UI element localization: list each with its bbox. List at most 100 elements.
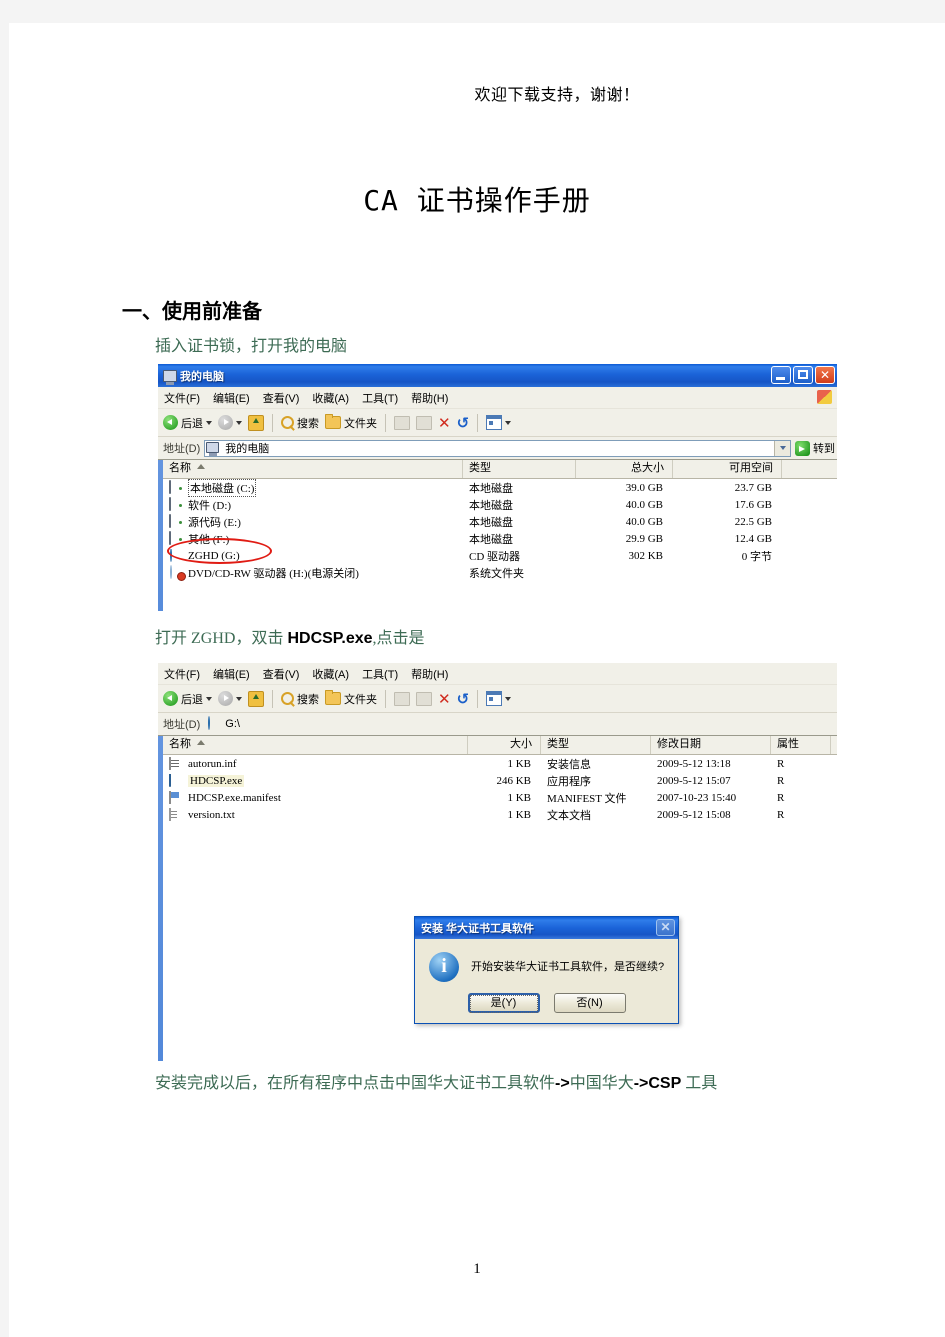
views-button[interactable] <box>486 691 512 706</box>
close-button[interactable]: ✕ <box>815 366 835 384</box>
step-2-caption: 打开 ZGHD，双击 HDCSP.exe,点击是 <box>155 630 425 647</box>
forward-button[interactable] <box>218 691 242 706</box>
dialog-body: i 开始安装华大证书工具软件，是否继续? <box>415 939 678 982</box>
folders-label: 文件夹 <box>344 693 377 706</box>
table-row[interactable]: HDCSP.exe 246 KB 应用程序 2009-5-12 15:07 R <box>163 772 837 789</box>
move-to-button[interactable] <box>394 415 410 430</box>
yes-button[interactable]: 是(Y) <box>467 993 540 1013</box>
windows-logo-icon <box>817 390 832 404</box>
chevron-down-icon[interactable] <box>236 696 242 701</box>
column-header-size[interactable]: 大小 <box>468 736 541 754</box>
up-folder-icon <box>248 690 264 707</box>
menu-item-view[interactable]: 查看(V) <box>263 390 300 406</box>
menu-item-help[interactable]: 帮助(H) <box>411 390 448 406</box>
menu-item-help[interactable]: 帮助(H) <box>411 666 448 682</box>
move-to-icon <box>394 415 410 430</box>
up-button[interactable] <box>248 414 264 431</box>
back-button[interactable]: 后退 <box>163 415 212 431</box>
delete-button[interactable]: ✕ <box>438 415 451 430</box>
drive-name-cell: DVD/CD-RW 驱动器 (H:)(电源关闭) <box>163 564 463 581</box>
menu-item-favorites[interactable]: 收藏(A) <box>312 390 349 406</box>
table-row[interactable]: 源代码 (E:) 本地磁盘 40.0 GB 22.5 GB <box>163 513 837 530</box>
address-dropdown-button[interactable] <box>774 440 790 456</box>
folders-button[interactable]: 文件夹 <box>325 690 377 707</box>
hdd-icon <box>169 530 184 546</box>
table-row[interactable]: version.txt 1 KB 文本文档 2009-5-12 15:08 R <box>163 806 837 823</box>
drive-size-cell: 40.0 GB <box>625 498 663 511</box>
move-to-button[interactable] <box>394 691 410 706</box>
search-button[interactable]: 搜索 <box>281 691 319 707</box>
drive-type-cell: CD 驱动器 <box>469 550 521 563</box>
table-row[interactable]: 软件 (D:) 本地磁盘 40.0 GB 17.6 GB <box>163 496 837 513</box>
chevron-down-icon[interactable] <box>206 696 212 701</box>
table-row[interactable]: 其他 (F:) 本地磁盘 29.9 GB 12.4 GB <box>163 530 837 547</box>
address-input[interactable]: G:\ <box>204 715 837 733</box>
file-list-my-computer[interactable]: 名称 类型 总大小 可用空间 本地磁盘 (C:) 本地磁盘 39.0 GB 23… <box>163 460 837 611</box>
undo-button[interactable]: ↺ <box>457 415 470 430</box>
column-header-total-size[interactable]: 总大小 <box>576 460 673 478</box>
forward-button[interactable] <box>218 415 242 430</box>
column-header-name[interactable]: 名称 <box>163 736 468 754</box>
toolbar-separator <box>385 689 386 708</box>
file-date-cell: 2009-5-12 13:18 <box>657 757 731 770</box>
menubar-my-computer: 文件(F) 编辑(E) 查看(V) 收藏(A) 工具(T) 帮助(H) <box>158 387 837 409</box>
menu-item-edit[interactable]: 编辑(E) <box>213 666 250 682</box>
table-row[interactable]: DVD/CD-RW 驱动器 (H:)(电源关闭) 系统文件夹 <box>163 564 837 581</box>
menu-item-file[interactable]: 文件(F) <box>164 390 200 406</box>
menu-item-view[interactable]: 查看(V) <box>263 666 300 682</box>
drive-free-cell: 17.6 GB <box>734 498 772 511</box>
menu-item-tools[interactable]: 工具(T) <box>362 390 398 406</box>
column-header-attributes[interactable]: 属性 <box>771 736 831 754</box>
my-computer-icon <box>206 441 221 456</box>
go-button[interactable]: 转到 <box>795 440 837 456</box>
drive-free-cell: 22.5 GB <box>734 515 772 528</box>
file-type-cell: 应用程序 <box>547 775 591 788</box>
file-size-cell: 246 KB <box>496 774 531 787</box>
toolbar-separator <box>272 413 273 432</box>
table-row[interactable]: 本地磁盘 (C:) 本地磁盘 39.0 GB 23.7 GB <box>163 478 837 497</box>
column-header-date-modified[interactable]: 修改日期 <box>651 736 771 754</box>
folders-button[interactable]: 文件夹 <box>325 414 377 431</box>
chevron-down-icon[interactable] <box>206 420 212 425</box>
chevron-down-icon[interactable] <box>505 696 512 701</box>
window-my-computer: 我的电脑 ✕ 文件(F) 编辑(E) 查看(V) 收藏(A) 工具(T) 帮助(… <box>158 364 837 611</box>
minimize-button[interactable] <box>771 366 791 384</box>
page-title: CA 证书操作手册 <box>363 184 591 217</box>
sort-ascending-icon <box>197 740 205 745</box>
views-button[interactable] <box>486 415 512 430</box>
menubar-g-drive: 文件(F) 编辑(E) 查看(V) 收藏(A) 工具(T) 帮助(H) <box>158 663 837 685</box>
delete-button[interactable]: ✕ <box>438 691 451 706</box>
copy-to-button[interactable] <box>416 691 432 706</box>
folders-label: 文件夹 <box>344 417 377 430</box>
address-input[interactable]: 我的电脑 <box>204 439 791 457</box>
search-button[interactable]: 搜索 <box>281 415 319 431</box>
copy-to-button[interactable] <box>416 415 432 430</box>
menu-item-edit[interactable]: 编辑(E) <box>213 390 250 406</box>
back-button[interactable]: 后退 <box>163 691 212 707</box>
hdd-icon <box>169 479 184 495</box>
column-header-free-space[interactable]: 可用空间 <box>673 460 782 478</box>
search-icon <box>281 692 294 705</box>
drive-type-cell: 系统文件夹 <box>469 567 524 580</box>
menu-item-tools[interactable]: 工具(T) <box>362 666 398 682</box>
chevron-down-icon[interactable] <box>505 420 512 425</box>
no-button[interactable]: 否(N) <box>553 993 626 1013</box>
column-header-name[interactable]: 名称 <box>163 460 463 478</box>
table-row[interactable]: autorun.inf 1 KB 安装信息 2009-5-12 13:18 R <box>163 755 837 772</box>
column-header-type[interactable]: 类型 <box>541 736 651 754</box>
maximize-button[interactable] <box>793 366 813 384</box>
close-icon[interactable]: ✕ <box>656 919 675 936</box>
back-arrow-icon <box>163 691 178 706</box>
column-header-type[interactable]: 类型 <box>463 460 576 478</box>
table-row[interactable]: HDCSP.exe.manifest 1 KB MANIFEST 文件 2007… <box>163 789 837 806</box>
chevron-down-icon[interactable] <box>236 420 242 425</box>
file-name-cell: version.txt <box>163 807 468 822</box>
up-button[interactable] <box>248 690 264 707</box>
undo-button[interactable]: ↺ <box>457 691 470 706</box>
drive-size-cell: 302 KB <box>628 549 663 562</box>
drive-free-cell: 23.7 GB <box>734 481 772 494</box>
menu-item-file[interactable]: 文件(F) <box>164 666 200 682</box>
dialog-title: 安装 华大证书工具软件 <box>421 923 535 935</box>
menu-item-favorites[interactable]: 收藏(A) <box>312 666 349 682</box>
table-row[interactable]: ZGHD (G:) CD 驱动器 302 KB 0 字节 <box>163 547 837 564</box>
